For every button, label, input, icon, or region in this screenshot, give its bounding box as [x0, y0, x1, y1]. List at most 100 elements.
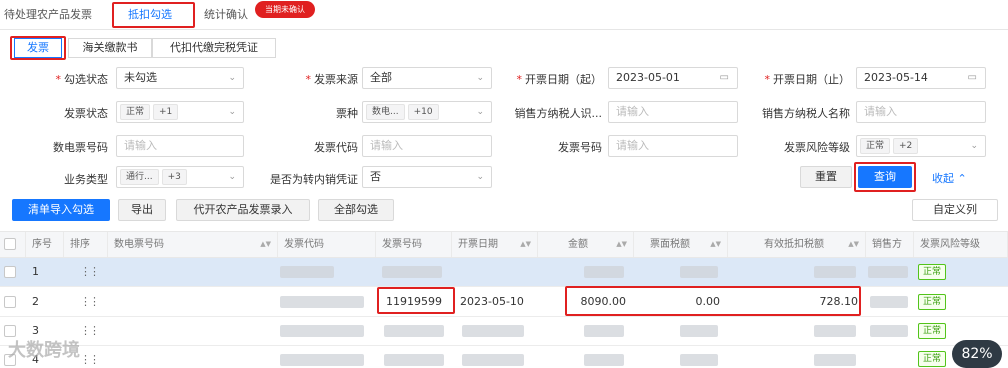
table-row[interactable]: 3 ⋮⋮ 正常 [0, 317, 1008, 346]
tag-more: +3 [161, 169, 187, 185]
date-start-label: * 开票日期（起） [516, 73, 603, 86]
invoice-source-label: * 发票来源 [305, 73, 359, 86]
export-button[interactable]: 导出 [118, 199, 166, 221]
invoice-source-select[interactable]: 全部 ⌄ [362, 67, 492, 89]
status-badge: 正常 [918, 323, 947, 339]
redacted-cell [280, 266, 334, 278]
ticket-type-select[interactable]: 数电... +10 ⌄ [362, 101, 492, 123]
seller-tax-id-input[interactable]: 请输入 [608, 101, 738, 123]
checkbox[interactable] [4, 296, 16, 308]
redacted-cell [680, 266, 718, 278]
invoice-code-input[interactable]: 请输入 [362, 135, 492, 157]
redacted-cell [280, 354, 364, 366]
biz-type-select[interactable]: 通行... +3 ⌄ [116, 166, 244, 188]
status-badge: 正常 [918, 294, 947, 310]
highlight-box-query [854, 162, 916, 192]
col-digital-no[interactable]: 数电票号码 ▲▼ [108, 232, 278, 257]
drag-handle-icon[interactable]: ⋮⋮ [80, 324, 100, 337]
transfer-voucher-select[interactable]: 否 ⌄ [362, 166, 492, 188]
collapse-link[interactable]: 收起 ⌃ [932, 170, 967, 186]
checkbox[interactable] [4, 266, 16, 278]
reset-button[interactable]: 重置 [800, 166, 852, 188]
tag-more: +1 [153, 104, 179, 120]
col-deductible[interactable]: 有效抵扣税额 ▲▼ [728, 232, 866, 257]
tab-stat-confirm[interactable]: 统计确认 [204, 6, 248, 22]
import-check-button[interactable]: 清单导入勾选 [12, 199, 110, 221]
invoice-no-label: 发票号码 [558, 141, 602, 154]
invoice-status-select[interactable]: 正常 +1 ⌄ [116, 101, 244, 123]
seller-name-input[interactable]: 请输入 [856, 101, 986, 123]
check-all-button[interactable]: 全部勾选 [318, 199, 394, 221]
tag-more: +10 [407, 104, 439, 120]
checkbox[interactable] [4, 238, 16, 250]
status-badge: 正常 [918, 351, 947, 367]
sort-icon[interactable]: ▲▼ [616, 232, 627, 257]
invoice-no-input[interactable]: 请输入 [608, 135, 738, 157]
drag-handle-icon[interactable]: ⋮⋮ [80, 353, 100, 366]
redacted-cell [814, 266, 856, 278]
header-select-all[interactable] [0, 232, 26, 257]
calendar-icon: ▭ [967, 72, 977, 83]
table-row[interactable]: 1 ⋮⋮ 正常 [0, 258, 1008, 287]
transfer-voucher-label: 是否为转内销凭证 [270, 173, 358, 186]
date-start-input[interactable]: 2023-05-01 ▭ [608, 67, 738, 89]
redacted-cell [462, 354, 524, 366]
table-header: 序号 排序 数电票号码 ▲▼ 发票代码 发票号码 开票日期 ▲▼ 金额 ▲▼ 票面税额… [0, 231, 1008, 258]
agri-entry-button[interactable]: 代开农产品发票录入 [176, 199, 310, 221]
sort-icon[interactable]: ▲▼ [260, 232, 271, 257]
col-risk-level: 发票风险等级 [914, 232, 1008, 257]
chevron-up-icon: ⌃ [957, 172, 967, 185]
redacted-cell [384, 325, 444, 337]
sort-icon[interactable]: ▲▼ [710, 232, 721, 257]
cell-date: 2023-05-10 [460, 295, 524, 308]
redacted-cell [814, 354, 856, 366]
col-invoice-no: 发票号码 [376, 232, 452, 257]
redacted-cell [584, 325, 624, 337]
highlight-box-amounts [565, 286, 861, 316]
redacted-cell [814, 325, 856, 337]
date-end-input[interactable]: 2023-05-14 ▭ [856, 67, 986, 89]
redacted-cell [870, 325, 908, 337]
drag-handle-icon[interactable]: ⋮⋮ [80, 295, 100, 308]
highlight-box-invoice-no [377, 287, 455, 314]
chevron-down-icon: ⌄ [228, 73, 236, 83]
digital-no-label: 数电票号码 [53, 141, 108, 154]
seller-tax-id-label: 销售方纳税人识... [514, 107, 603, 120]
col-tax[interactable]: 票面税额 ▲▼ [634, 232, 728, 257]
chevron-down-icon: ⌄ [476, 107, 484, 117]
redacted-cell [868, 266, 908, 278]
sort-icon[interactable]: ▲▼ [848, 232, 859, 257]
seller-name-label: 销售方纳税人名称 [762, 107, 850, 120]
check-status-select[interactable]: 未勾选 ⌄ [116, 67, 244, 89]
tag-more: +2 [893, 138, 919, 154]
tag: 正常 [860, 138, 891, 154]
col-amount[interactable]: 金额 ▲▼ [538, 232, 634, 257]
risk-level-select[interactable]: 正常 +2 ⌄ [856, 135, 986, 157]
custom-columns-button[interactable]: 自定义列 [912, 199, 998, 221]
highlight-box-tab [112, 2, 195, 28]
subtab-withholding[interactable]: 代扣代缴完税凭证 [152, 38, 276, 58]
cell-index: 1 [32, 265, 39, 278]
digital-no-input[interactable]: 请输入 [116, 135, 244, 157]
sort-icon[interactable]: ▲▼ [520, 232, 531, 257]
tab-pending-agri-invoice[interactable]: 待处理农产品发票 [4, 6, 92, 22]
subtab-customs[interactable]: 海关缴款书 [68, 38, 152, 58]
redacted-cell [584, 354, 624, 366]
table-row[interactable]: 4 ⋮⋮ 正常 [0, 346, 1008, 368]
redacted-cell [584, 266, 624, 278]
col-seller: 销售方 [866, 232, 914, 257]
status-badge: 当期未确认 [255, 1, 315, 18]
col-sort: 排序 [64, 232, 108, 257]
redacted-cell [680, 325, 718, 337]
col-index: 序号 [26, 232, 64, 257]
tag: 通行... [120, 169, 159, 185]
redacted-cell [462, 325, 524, 337]
redacted-cell [280, 325, 364, 337]
highlight-box-subtab [10, 36, 66, 60]
col-date[interactable]: 开票日期 ▲▼ [452, 232, 538, 257]
redacted-cell [680, 354, 718, 366]
status-badge: 正常 [918, 264, 947, 280]
zoom-indicator[interactable]: 82% [952, 340, 1002, 368]
drag-handle-icon[interactable]: ⋮⋮ [80, 265, 100, 278]
biz-type-label: 业务类型 [64, 173, 108, 186]
